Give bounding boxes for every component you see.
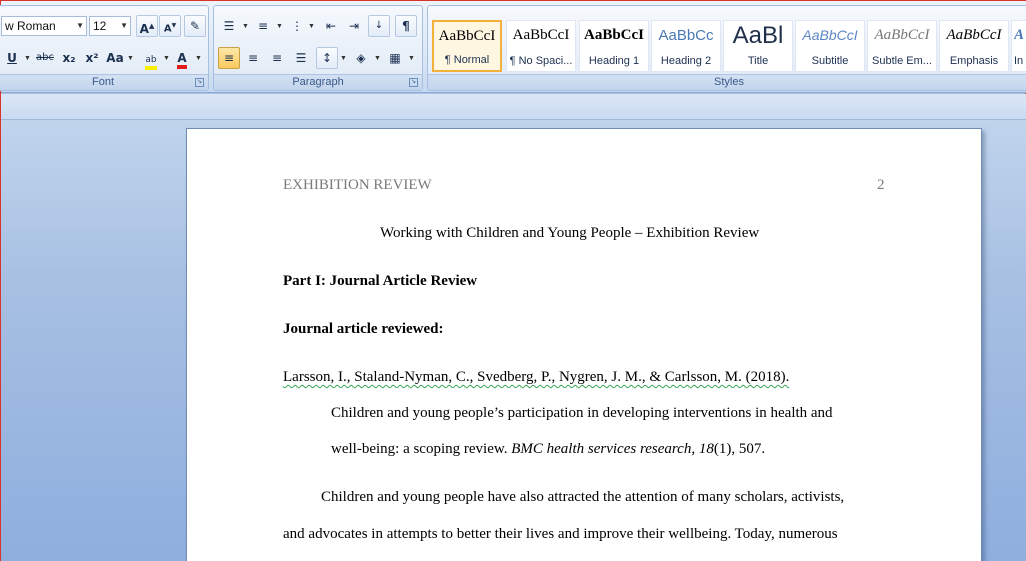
style-name: ¶ No Spaci... — [509, 55, 573, 67]
style-name: Heading 2 — [660, 55, 712, 67]
style-name: In — [1014, 55, 1024, 67]
reviewed-label: Journal article reviewed: — [283, 321, 444, 337]
chevron-down-icon[interactable]: ▼ — [276, 23, 283, 30]
strikethrough-button[interactable]: abc — [34, 47, 56, 69]
borders-button[interactable]: ▦ — [384, 47, 406, 69]
paragraph-group-label: Paragraph — [214, 74, 422, 90]
chevron-down-icon[interactable]: ▼ — [308, 23, 315, 30]
font-size-combo[interactable]: 12 ▼ — [89, 16, 131, 36]
chevron-down-icon[interactable]: ▼ — [340, 55, 347, 62]
style-emphasis[interactable]: AaBbCcI Emphasis — [939, 20, 1009, 72]
border-icon: ▦ — [389, 51, 401, 65]
chevron-down-icon[interactable]: ▼ — [408, 55, 415, 62]
ribbon: w Roman ▼ 12 ▼ A▲ A▼ ✎ U ▼ abc x₂ x² Aa … — [0, 1, 1026, 93]
styles-group: AaBbCcI ¶ Normal AaBbCcI ¶ No Spaci... A… — [427, 5, 1026, 91]
citation-line-1: Larsson, I., Staland-Nyman, C., Svedberg… — [283, 369, 790, 385]
citation-line-3: well-being: a scoping review. BMC health… — [331, 441, 765, 458]
align-center-button[interactable]: ≡ — [242, 47, 264, 69]
chevron-down-icon[interactable]: ▼ — [120, 17, 128, 35]
font-name-combo[interactable]: w Roman ▼ — [1, 16, 87, 36]
chevron-down-icon[interactable]: ▼ — [24, 55, 31, 62]
line-spacing-button[interactable]: ↕ — [316, 47, 338, 69]
font-group-label: Font — [0, 74, 208, 90]
shading-button[interactable]: ◈ — [350, 47, 372, 69]
body-line-2: and advocates in attempts to better thei… — [283, 526, 838, 542]
running-head: EXHIBITION REVIEW — [283, 177, 432, 193]
chevron-down-icon[interactable]: ▼ — [127, 55, 134, 62]
page-number: 2 — [877, 177, 885, 193]
grow-font-button[interactable]: A▲ — [136, 15, 158, 37]
style-name: Subtle Em... — [872, 55, 932, 67]
dialog-launcher-icon[interactable]: ↘ — [409, 78, 418, 87]
highlight-button[interactable]: ab — [140, 47, 162, 70]
style-normal[interactable]: AaBbCcI ¶ Normal — [432, 20, 502, 72]
paint-bucket-icon: ◈ — [356, 51, 366, 65]
chevron-down-icon[interactable]: ▼ — [374, 55, 381, 62]
style-name: Heading 1 — [588, 55, 640, 67]
chevron-down-icon[interactable]: ▼ — [163, 55, 170, 62]
style-sample: AaBbCcI — [874, 27, 930, 43]
style-heading-2[interactable]: AaBbCc Heading 2 — [651, 20, 721, 72]
style-name: Title — [747, 55, 769, 67]
style-sample: A — [1014, 27, 1025, 43]
font-group: w Roman ▼ 12 ▼ A▲ A▼ ✎ U ▼ abc x₂ x² Aa … — [0, 5, 209, 91]
bullets-button[interactable]: ☰ — [218, 15, 240, 37]
style-subtitle[interactable]: AaBbCcI Subtitle — [795, 20, 865, 72]
font-name-value: w Roman — [5, 19, 56, 33]
citation-line-2: Children and young people’s participatio… — [331, 405, 833, 421]
clear-formatting-button[interactable]: ✎ — [184, 15, 206, 37]
chevron-down-icon[interactable]: ▼ — [195, 55, 202, 62]
underline-button[interactable]: U — [1, 47, 23, 69]
style-sample: AaBl — [732, 22, 784, 49]
chevron-down-icon[interactable]: ▼ — [76, 17, 84, 35]
increase-indent-button[interactable]: ⇥ — [343, 15, 365, 37]
part-heading: Part I: Journal Article Review — [283, 273, 478, 289]
document-page[interactable]: EXHIBITION REVIEW 2 Working with Childre… — [186, 128, 982, 561]
styles-group-label: Styles — [428, 74, 1026, 90]
dialog-launcher-icon[interactable]: ↘ — [195, 78, 204, 87]
numbering-button[interactable]: ≡ — [252, 15, 274, 37]
font-color-button[interactable]: A — [171, 47, 193, 69]
style-sample: AaBbCcI — [512, 27, 570, 43]
chevron-down-icon[interactable]: ▼ — [242, 23, 249, 30]
align-left-button[interactable]: ≡ — [218, 47, 240, 69]
style-name: ¶ Normal — [444, 54, 490, 66]
align-right-button[interactable]: ≡ — [266, 47, 288, 69]
eraser-icon: ✎ — [189, 19, 201, 33]
citation-issue: (1), 507. — [713, 441, 766, 457]
style-intense-emphasis[interactable]: A In — [1011, 20, 1026, 72]
style-subtle-emphasis[interactable]: AaBbCcI Subtle Em... — [867, 20, 937, 72]
style-sample: AaBbCcI — [946, 27, 1002, 43]
change-case-button[interactable]: Aa — [104, 47, 126, 69]
sort-button[interactable]: ↓ — [368, 15, 390, 37]
paragraph-group: ☰ ▼ ≡ ▼ ⋮ ▼ ⇤ ⇥ ↓ ¶ ≡ ≡ ≡ ☰ ↕ ▼ ◈ ▼ ▦ ▼ … — [213, 5, 423, 91]
justify-button[interactable]: ☰ — [290, 47, 312, 69]
shrink-font-button[interactable]: A▼ — [159, 15, 181, 37]
multilevel-list-button[interactable]: ⋮ — [286, 15, 308, 37]
journal-name: BMC health services research, 18 — [511, 441, 714, 457]
style-sample: AaBbCcI — [583, 27, 644, 43]
show-formatting-button[interactable]: ¶ — [395, 15, 417, 37]
font-size-value: 12 — [93, 19, 107, 33]
highlighter-icon: ab — [145, 54, 157, 70]
style-sample: AaBbCcI — [802, 27, 858, 43]
style-title[interactable]: AaBl Title — [723, 20, 793, 72]
document-title: Working with Children and Young People –… — [380, 225, 760, 241]
subscript-button[interactable]: x₂ — [58, 47, 80, 69]
superscript-button[interactable]: x² — [81, 47, 103, 69]
style-sample: AaBbCcI — [438, 28, 496, 44]
font-color-icon: A — [177, 52, 187, 69]
style-name: Emphasis — [949, 55, 999, 67]
ruler-bar — [1, 94, 1026, 120]
style-name: Subtitle — [811, 55, 849, 67]
style-sample: AaBbCc — [658, 27, 714, 44]
body-line-1: Children and young people have also attr… — [321, 489, 845, 505]
decrease-indent-button[interactable]: ⇤ — [320, 15, 342, 37]
citation-text: well-being: a scoping review. — [331, 441, 512, 457]
style-heading-1[interactable]: AaBbCcI Heading 1 — [579, 20, 649, 72]
style-no-spacing[interactable]: AaBbCcI ¶ No Spaci... — [506, 20, 576, 72]
